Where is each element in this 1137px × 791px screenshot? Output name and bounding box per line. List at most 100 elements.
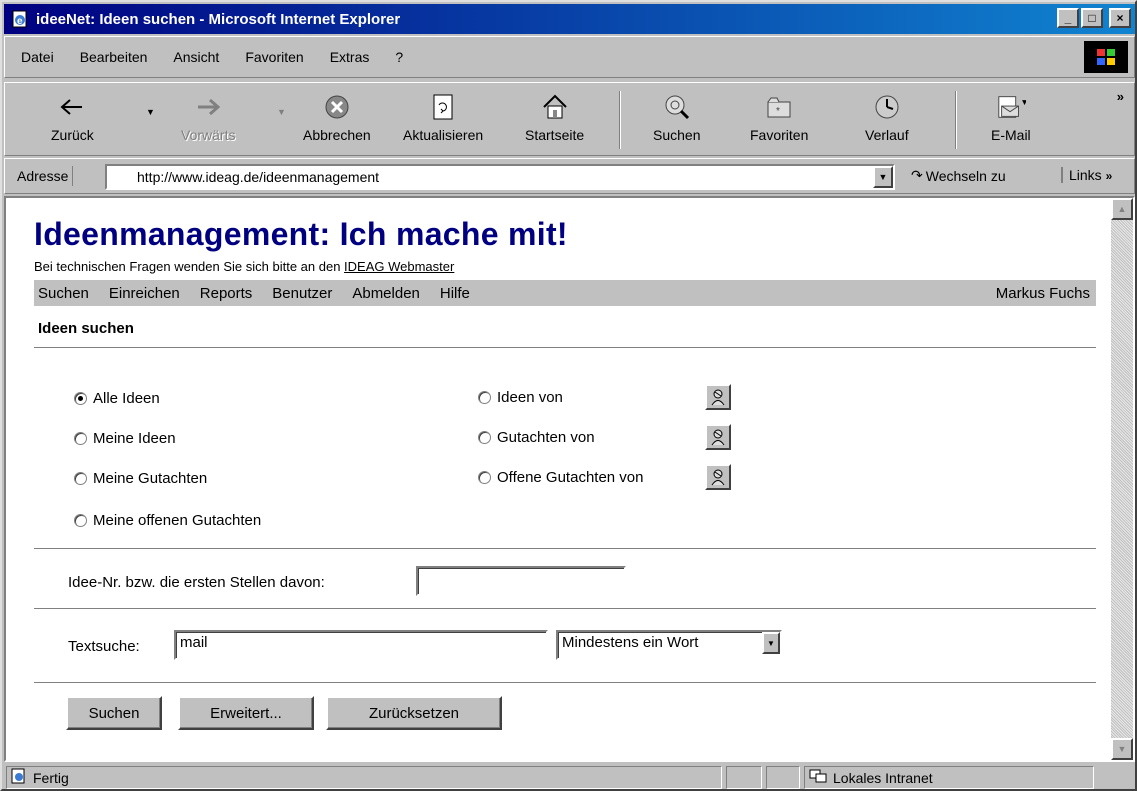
vertical-scrollbar[interactable]: ▲ ▼ xyxy=(1111,198,1133,760)
go-button[interactable]: ↷ Wechseln zu xyxy=(911,167,1006,184)
refresh-label: Aktualisieren xyxy=(403,127,484,143)
radio-reviews-from[interactable]: Gutachten von xyxy=(478,424,731,450)
nav-einreichen[interactable]: Einreichen xyxy=(109,285,180,302)
match-mode-value: Mindestens ein Wort xyxy=(562,634,699,651)
search-label: Suchen xyxy=(653,127,701,143)
back-label: Zurück xyxy=(51,127,94,143)
back-dropdown-icon[interactable]: ▼ xyxy=(146,107,155,117)
mail-button[interactable]: ▼ E-Mail xyxy=(991,89,1031,151)
stop-label: Abbrechen xyxy=(303,127,371,143)
refresh-button[interactable]: Aktualisieren xyxy=(403,89,483,151)
forward-button: Vorwärts xyxy=(181,89,235,151)
go-arrow-icon: ↷ xyxy=(911,167,923,183)
stop-button[interactable]: Abbrechen xyxy=(303,89,371,151)
radio-ideas-from[interactable]: Ideen von xyxy=(478,384,731,410)
address-label: Adresse xyxy=(13,166,74,186)
radio-button[interactable] xyxy=(478,470,491,484)
nav-bar: Suchen Einreichen Reports Benutzer Abmel… xyxy=(34,280,1096,306)
menu-help[interactable]: ? xyxy=(393,47,405,67)
reset-button[interactable]: Zurücksetzen xyxy=(326,696,502,730)
ie-page-icon: e xyxy=(10,9,30,29)
mail-icon: ▼ xyxy=(996,91,1026,123)
history-label: Verlauf xyxy=(865,127,909,143)
address-bar: Adresse http://www.ideag.de/ideenmanagem… xyxy=(4,158,1135,194)
radio-button[interactable] xyxy=(478,430,491,444)
textsearch-label: Textsuche: xyxy=(68,638,140,655)
menu-ansicht[interactable]: Ansicht xyxy=(171,47,221,67)
radio-label: Offene Gutachten von xyxy=(497,468,644,486)
radio-button[interactable] xyxy=(74,432,87,445)
home-icon xyxy=(540,91,570,123)
divider xyxy=(34,548,1096,550)
svg-text:e: e xyxy=(17,16,23,27)
nav-hilfe[interactable]: Hilfe xyxy=(440,285,470,302)
scroll-up-icon[interactable]: ▲ xyxy=(1111,198,1133,220)
menu-bearbeiten[interactable]: Bearbeiten xyxy=(78,47,150,67)
browser-window: e ideeNet: Ideen suchen - Microsoft Inte… xyxy=(0,0,1137,791)
scroll-down-icon[interactable]: ▼ xyxy=(1111,738,1133,760)
windows-logo-icon xyxy=(1084,41,1128,73)
refresh-icon xyxy=(428,91,458,123)
favorites-label: Favoriten xyxy=(750,127,809,143)
status-cell xyxy=(766,766,800,789)
radio-my-open-reviews[interactable]: Meine offenen Gutachten xyxy=(74,512,261,529)
history-button[interactable]: Verlauf xyxy=(865,89,909,151)
menu-favoriten[interactable]: Favoriten xyxy=(243,47,305,67)
radio-my-ideas[interactable]: Meine Ideen xyxy=(74,430,176,447)
radio-button[interactable] xyxy=(74,392,87,405)
webmaster-link[interactable]: IDEAG Webmaster xyxy=(344,259,454,274)
close-button[interactable]: × xyxy=(1109,8,1131,28)
select-dropdown-icon[interactable]: ▼ xyxy=(762,632,780,654)
textsearch-input[interactable]: mail xyxy=(174,630,548,660)
radio-button[interactable] xyxy=(74,514,87,527)
match-mode-select[interactable]: Mindestens ein Wort ▼ xyxy=(556,630,782,660)
status-cell xyxy=(726,766,762,789)
forward-arrow-icon xyxy=(193,91,223,123)
page-content: Ideenmanagement: Ich mache mit! Bei tech… xyxy=(4,196,1135,762)
nav-reports[interactable]: Reports xyxy=(200,285,253,302)
favorites-folder-icon: * xyxy=(764,91,794,123)
person-picker-icon[interactable] xyxy=(705,384,731,410)
toolbar-more-icon[interactable]: » xyxy=(1117,89,1124,104)
address-dropdown-icon[interactable]: ▼ xyxy=(873,166,893,188)
idea-number-input[interactable] xyxy=(416,566,626,596)
divider xyxy=(34,608,1096,610)
support-text-label: Bei technischen Fragen wenden Sie sich b… xyxy=(34,259,341,274)
radio-label: Ideen von xyxy=(497,388,563,406)
section-title: Ideen suchen xyxy=(38,320,134,337)
intranet-icon xyxy=(809,768,827,787)
search-button[interactable]: Suchen xyxy=(653,89,700,151)
address-input[interactable]: http://www.ideag.de/ideenmanagement ▼ xyxy=(105,164,895,190)
radio-label: Meine Gutachten xyxy=(93,470,208,487)
radio-my-reviews[interactable]: Meine Gutachten xyxy=(74,470,207,487)
status-bar: Fertig Lokales Intranet xyxy=(4,764,1135,791)
radio-label: Meine offenen Gutachten xyxy=(93,512,262,529)
menu-datei[interactable]: Datei xyxy=(19,47,56,67)
nav-suchen[interactable]: Suchen xyxy=(38,285,89,302)
menu-extras[interactable]: Extras xyxy=(328,47,372,67)
maximize-button[interactable]: □ xyxy=(1081,8,1103,28)
minimize-button[interactable]: _ xyxy=(1057,8,1079,28)
links-button[interactable]: Links » xyxy=(1061,167,1112,183)
forward-dropdown-icon: ▼ xyxy=(277,107,286,117)
menu-bar: Datei Bearbeiten Ansicht Favoriten Extra… xyxy=(4,36,1135,78)
favorites-button[interactable]: * Favoriten xyxy=(750,89,808,151)
back-button[interactable]: Zurück xyxy=(51,89,94,151)
radio-button[interactable] xyxy=(478,390,491,404)
nav-abmelden[interactable]: Abmelden xyxy=(352,285,420,302)
radio-open-reviews-from[interactable]: Offene Gutachten von xyxy=(478,464,731,490)
home-button[interactable]: Startseite xyxy=(525,89,584,151)
advanced-button[interactable]: Erweitert... xyxy=(178,696,314,730)
radio-label: Alle Ideen xyxy=(93,390,160,407)
nav-benutzer[interactable]: Benutzer xyxy=(272,285,332,302)
stop-icon xyxy=(322,91,352,123)
title-bar[interactable]: e ideeNet: Ideen suchen - Microsoft Inte… xyxy=(4,4,1135,34)
person-picker-icon[interactable] xyxy=(705,464,731,490)
svg-text:*: * xyxy=(776,106,780,117)
search-submit-button[interactable]: Suchen xyxy=(66,696,162,730)
radio-button[interactable] xyxy=(74,472,87,485)
person-picker-icon[interactable] xyxy=(705,424,731,450)
radio-all-ideas[interactable]: Alle Ideen xyxy=(74,390,160,407)
status-text: Fertig xyxy=(33,769,69,786)
window-title: ideeNet: Ideen suchen - Microsoft Intern… xyxy=(36,10,401,28)
